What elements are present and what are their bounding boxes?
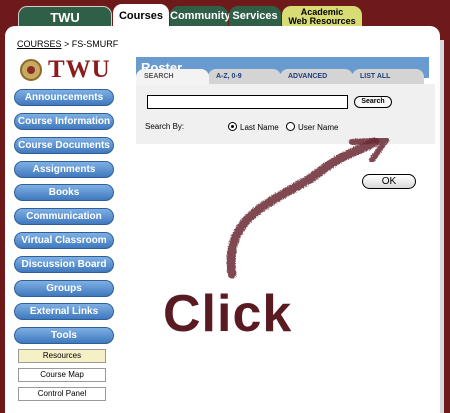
tab-advanced[interactable]: ADVANCED: [280, 69, 353, 85]
sidebar-button-groups[interactable]: Groups: [14, 280, 114, 297]
breadcrumb: COURSES > FS-SMURF: [17, 39, 118, 49]
search-button[interactable]: Search: [354, 96, 392, 108]
panel-edge-strip: [440, 40, 444, 413]
radio-user-name-label: User Name: [298, 123, 339, 132]
sidebar-button-communication[interactable]: Communication: [14, 208, 114, 225]
sidebar-button-announcements[interactable]: Announcements: [14, 89, 114, 106]
radio-last-name-label: Last Name: [240, 123, 279, 132]
tab-academic-line2: Web Resources: [288, 16, 356, 26]
radio-user-name[interactable]: [286, 122, 295, 131]
sidebar-button-course-documents[interactable]: Course Documents: [14, 137, 114, 154]
tab-community[interactable]: Community: [170, 6, 231, 26]
tab-a-z[interactable]: A-Z, 0-9: [208, 69, 281, 85]
sidebar-button-discussion-board[interactable]: Discussion Board: [14, 256, 114, 273]
search-input[interactable]: [147, 95, 348, 109]
course-logo: TWU: [17, 56, 110, 87]
tab-services[interactable]: Services: [229, 6, 281, 26]
radio-last-name[interactable]: [228, 122, 237, 131]
sidebar-button-virtual-classroom[interactable]: Virtual Classroom: [14, 232, 114, 249]
sidebar-button-books[interactable]: Books: [14, 184, 114, 201]
click-annotation-text: Click: [163, 285, 293, 343]
sidebar-box-resources[interactable]: Resources: [18, 349, 106, 363]
breadcrumb-separator: >: [61, 39, 72, 49]
logo-text: TWU: [48, 56, 111, 83]
tab-list-all[interactable]: LIST ALL: [352, 69, 424, 85]
search-panel: Search Search By: Last Name User Name: [136, 84, 435, 144]
tab-search[interactable]: SEARCH: [136, 69, 209, 85]
sidebar-box-course-map[interactable]: Course Map: [18, 368, 106, 382]
brand-tab[interactable]: TWU Blackboard: [18, 6, 112, 46]
breadcrumb-current: FS-SMURF: [71, 39, 119, 49]
sidebar-button-tools[interactable]: Tools: [14, 327, 114, 344]
sidebar-button-course-information[interactable]: Course Information: [14, 113, 114, 130]
tab-courses[interactable]: Courses: [113, 4, 169, 28]
seal-icon: [20, 59, 42, 81]
tab-academic-web-resources[interactable]: Academic Web Resources: [282, 6, 362, 26]
sidebar-button-external-links[interactable]: External Links: [14, 303, 114, 320]
sidebar-box-control-panel[interactable]: Control Panel: [18, 387, 106, 401]
breadcrumb-link-courses[interactable]: COURSES: [17, 39, 62, 49]
search-by-label: Search By:: [145, 122, 185, 131]
ok-button[interactable]: OK: [362, 174, 416, 189]
top-navigation-bar: TWU Blackboard Courses Community Service…: [0, 0, 450, 46]
sidebar-button-assignments[interactable]: Assignments: [14, 161, 114, 178]
